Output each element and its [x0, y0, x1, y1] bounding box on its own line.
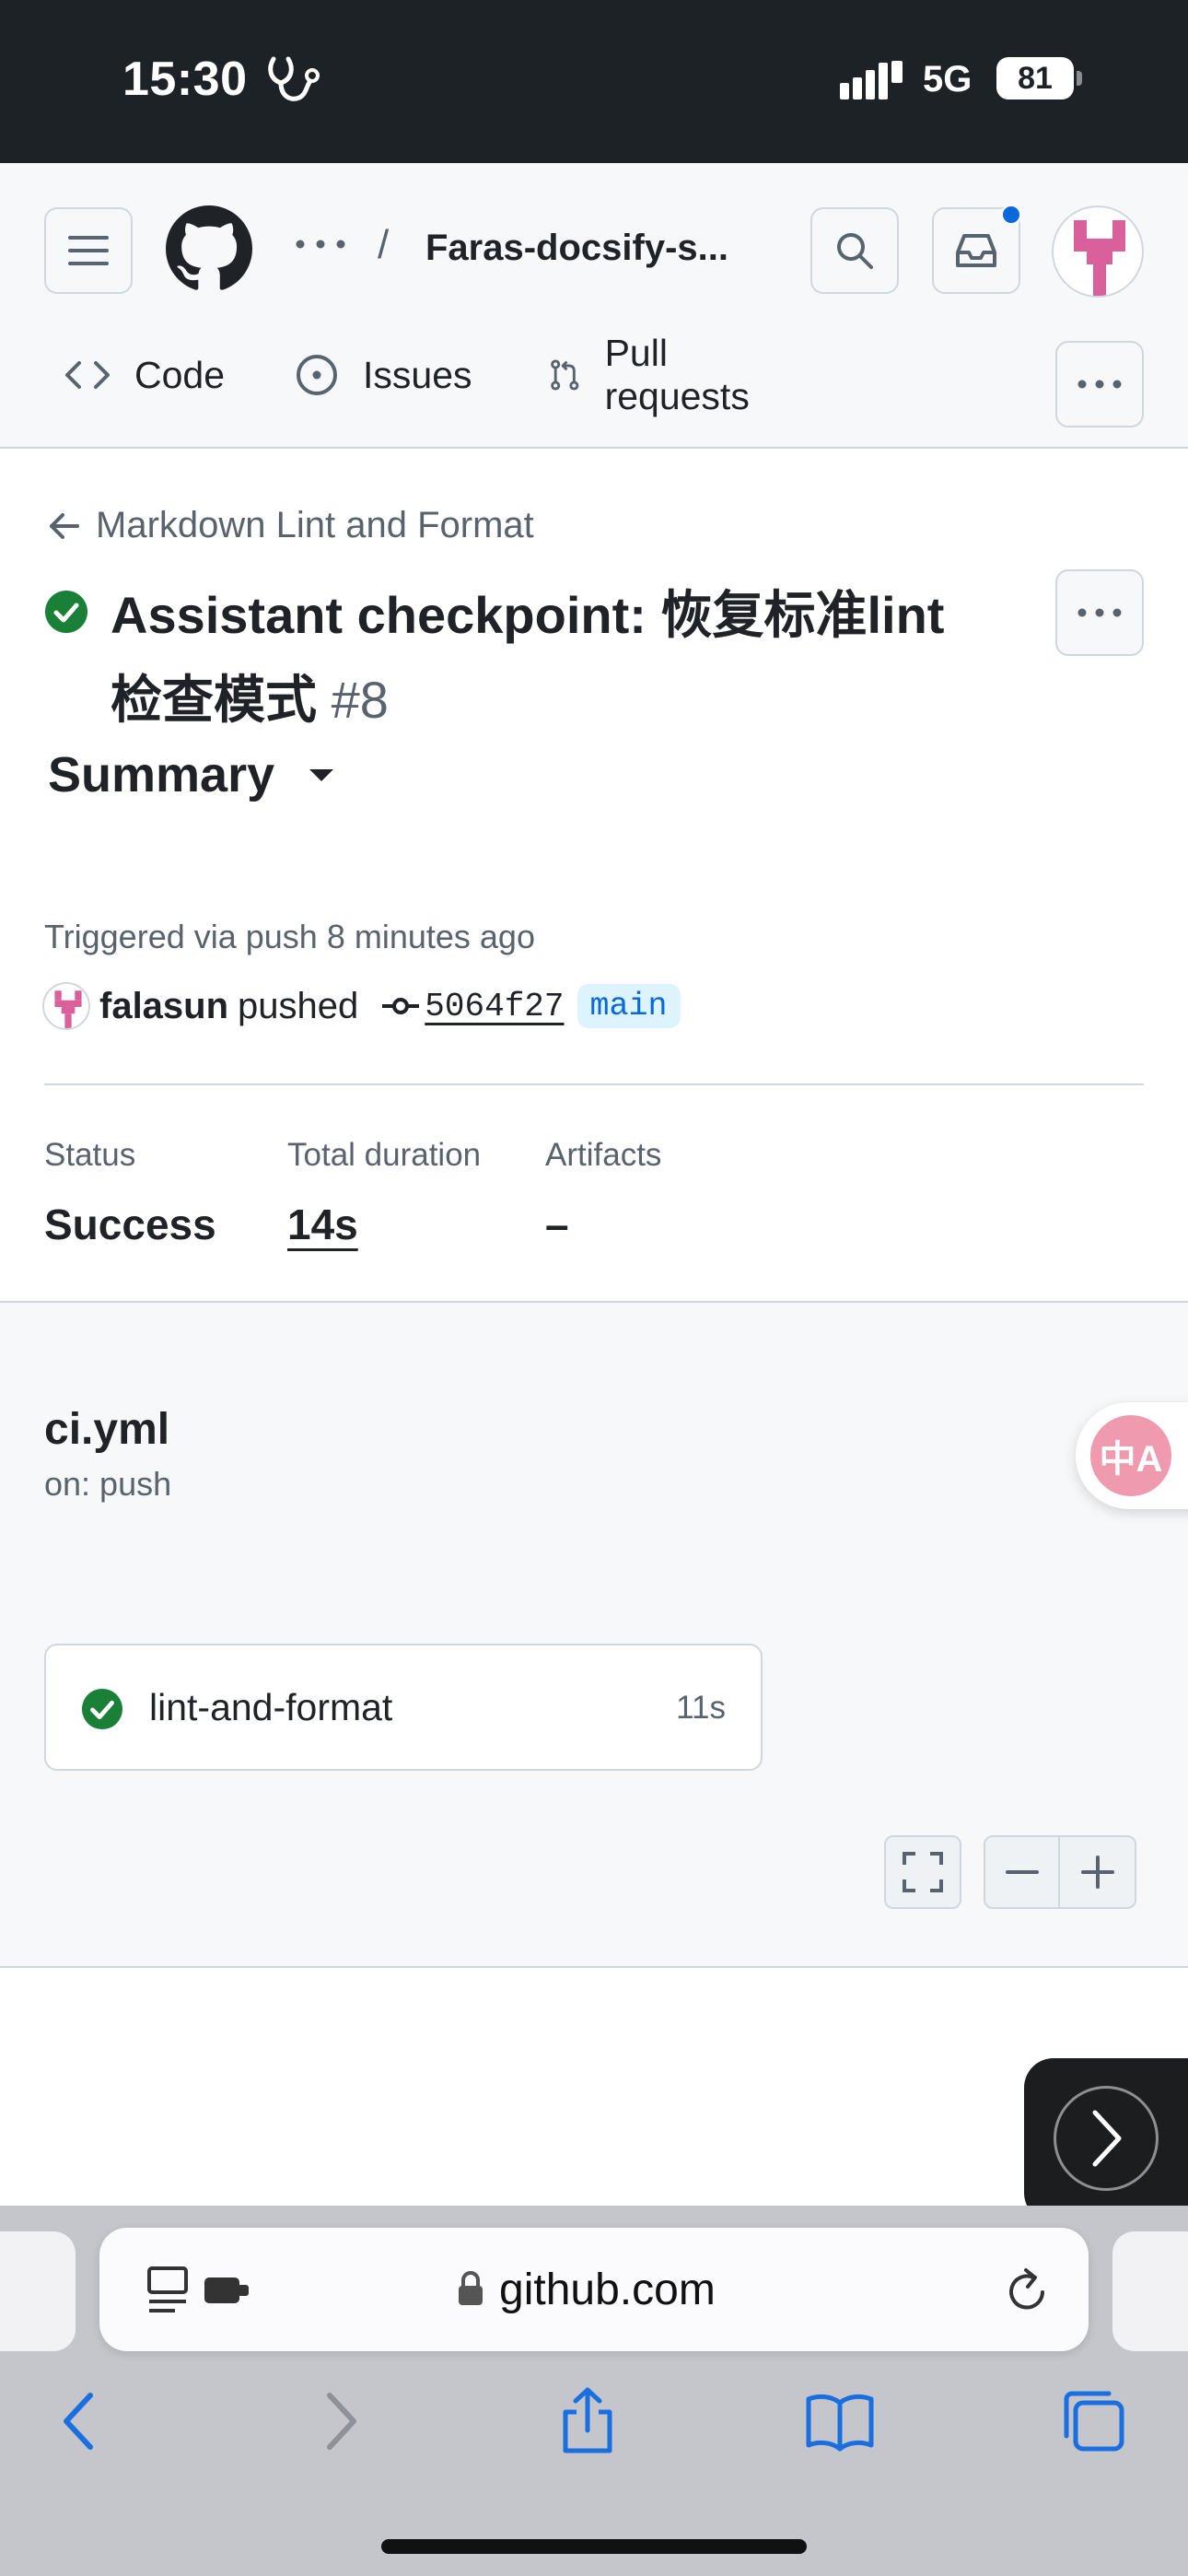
push-action-text: pushed: [238, 985, 359, 1026]
breadcrumb-ellipsis-icon[interactable]: [293, 237, 348, 252]
notification-dot: [1000, 204, 1022, 226]
more-tabs-button[interactable]: [1055, 341, 1144, 427]
search-button[interactable]: [810, 207, 899, 294]
workflow-graph: ci.yml on: push lint-and-format 11s: [0, 1301, 1188, 1968]
search-icon: [837, 233, 873, 269]
forward-icon[interactable]: [304, 2386, 374, 2456]
workflow-trigger: on: push: [44, 1465, 172, 1503]
duration-value-link[interactable]: 14s: [287, 1200, 358, 1249]
home-indicator: [381, 2539, 807, 2554]
code-icon: [65, 361, 110, 389]
check-circle-fill-icon: [45, 591, 87, 633]
safari-toolbar: github.com: [0, 2206, 1188, 2576]
address-bar[interactable]: github.com: [99, 2228, 1089, 2351]
github-logo-icon[interactable]: [166, 205, 252, 292]
reader-extensions-icon[interactable]: [147, 2265, 258, 2314]
hamburger-menu-button[interactable]: [44, 207, 133, 294]
duration-label: Total duration: [287, 1137, 482, 1173]
tab-issues[interactable]: Issues: [295, 338, 472, 412]
share-icon[interactable]: [553, 2386, 623, 2456]
tab-pull-requests-label: Pull requests: [604, 332, 750, 417]
breadcrumb-separator: /: [378, 222, 390, 267]
push-info-row: falasun pushed 5064f27 main: [42, 978, 681, 1034]
commit-sha-link[interactable]: 5064f27: [425, 988, 564, 1025]
arrow-left-icon: [50, 512, 79, 539]
status-label: Status: [44, 1137, 136, 1173]
summary-label: Summary: [48, 747, 275, 802]
battery-tip: [1077, 71, 1082, 86]
reload-icon[interactable]: [1002, 2265, 1054, 2316]
identicon-avatar: [1074, 220, 1125, 296]
workflow-file-name: ci.yml: [44, 1405, 170, 1454]
screen-full-icon: [903, 1852, 943, 1892]
pusher-username-link[interactable]: falasun: [99, 986, 228, 1027]
cellular-signal-icon: [840, 61, 903, 100]
identicon-avatar: [54, 990, 82, 1028]
tab-code-label: Code: [134, 353, 226, 396]
summary-dropdown[interactable]: Summary: [48, 746, 334, 803]
lock-icon: [459, 2271, 483, 2305]
run-number: #8: [331, 671, 389, 729]
divider: [44, 1083, 1144, 1085]
network-type: 5G: [923, 59, 973, 100]
git-commit-icon: [382, 998, 420, 1014]
triangle-down-icon: [309, 768, 334, 781]
workflow-back-label: Markdown Lint and Format: [96, 505, 534, 545]
run-title-text: Assistant checkpoint: 恢复标准lint 检查模式: [111, 586, 945, 729]
job-name: lint-and-format: [149, 1686, 393, 1728]
run-options-button[interactable]: [1055, 569, 1144, 656]
stethoscope-icon: [268, 56, 320, 101]
trigger-info: Triggered via push 8 minutes ago: [44, 918, 535, 955]
tab-pull-requests[interactable]: Pull requests: [549, 332, 762, 417]
repo-name-link[interactable]: Faras-docsify-s...: [425, 228, 728, 269]
tab-code[interactable]: Code: [64, 338, 225, 412]
hamburger-icon: [68, 236, 109, 265]
issue-opened-icon: [297, 355, 337, 395]
translate-button[interactable]: 中A: [1076, 1402, 1188, 1509]
bookmarks-icon[interactable]: [805, 2386, 875, 2456]
dash-icon: [1005, 1870, 1039, 1874]
status-value: Success: [44, 1200, 216, 1248]
artifacts-value: –: [545, 1200, 569, 1248]
status-bar: 15:30 5G 81: [0, 0, 1188, 163]
url-text: github.com: [499, 2266, 716, 2314]
next-page-button[interactable]: [1024, 2058, 1188, 2222]
back-icon[interactable]: [46, 2386, 116, 2456]
translate-icon: 中A: [1090, 1415, 1171, 1496]
tabs-icon[interactable]: [1059, 2386, 1129, 2456]
kebab-horizontal-icon: [1077, 608, 1122, 617]
git-pull-request-icon: [551, 359, 579, 391]
branch-label[interactable]: main: [577, 984, 681, 1028]
check-circle-fill-icon: [81, 1688, 123, 1730]
plus-icon: [1080, 1856, 1114, 1889]
zoom-controls: [984, 1835, 1136, 1909]
job-card[interactable]: lint-and-format 11s: [44, 1644, 763, 1771]
inbox-icon: [956, 234, 996, 267]
tab-issues-label: Issues: [363, 353, 472, 396]
pusher-avatar[interactable]: [42, 982, 90, 1030]
artifacts-label: Artifacts: [545, 1137, 662, 1173]
next-tab-peek[interactable]: [1112, 2231, 1188, 2351]
kebab-horizontal-icon: [1077, 380, 1122, 389]
status-time: 15:30: [122, 53, 248, 106]
next-ring: [1054, 2086, 1159, 2191]
workflow-back-link[interactable]: Markdown Lint and Format: [48, 505, 534, 546]
fullscreen-button[interactable]: [884, 1835, 961, 1909]
battery-icon: 81: [996, 57, 1074, 100]
run-title: Assistant checkpoint: 恢复标准lint 检查模式 #8: [111, 573, 995, 743]
zoom-in-button[interactable]: [1060, 1837, 1135, 1907]
github-header: / Faras-docsify-s... Code Issues Pull re…: [0, 163, 1188, 449]
chevron-right-icon: [1092, 2110, 1122, 2167]
previous-tab-peek[interactable]: [0, 2231, 76, 2351]
job-duration: 11s: [676, 1690, 726, 1726]
user-avatar-button[interactable]: [1052, 205, 1144, 298]
zoom-out-button[interactable]: [985, 1837, 1061, 1907]
